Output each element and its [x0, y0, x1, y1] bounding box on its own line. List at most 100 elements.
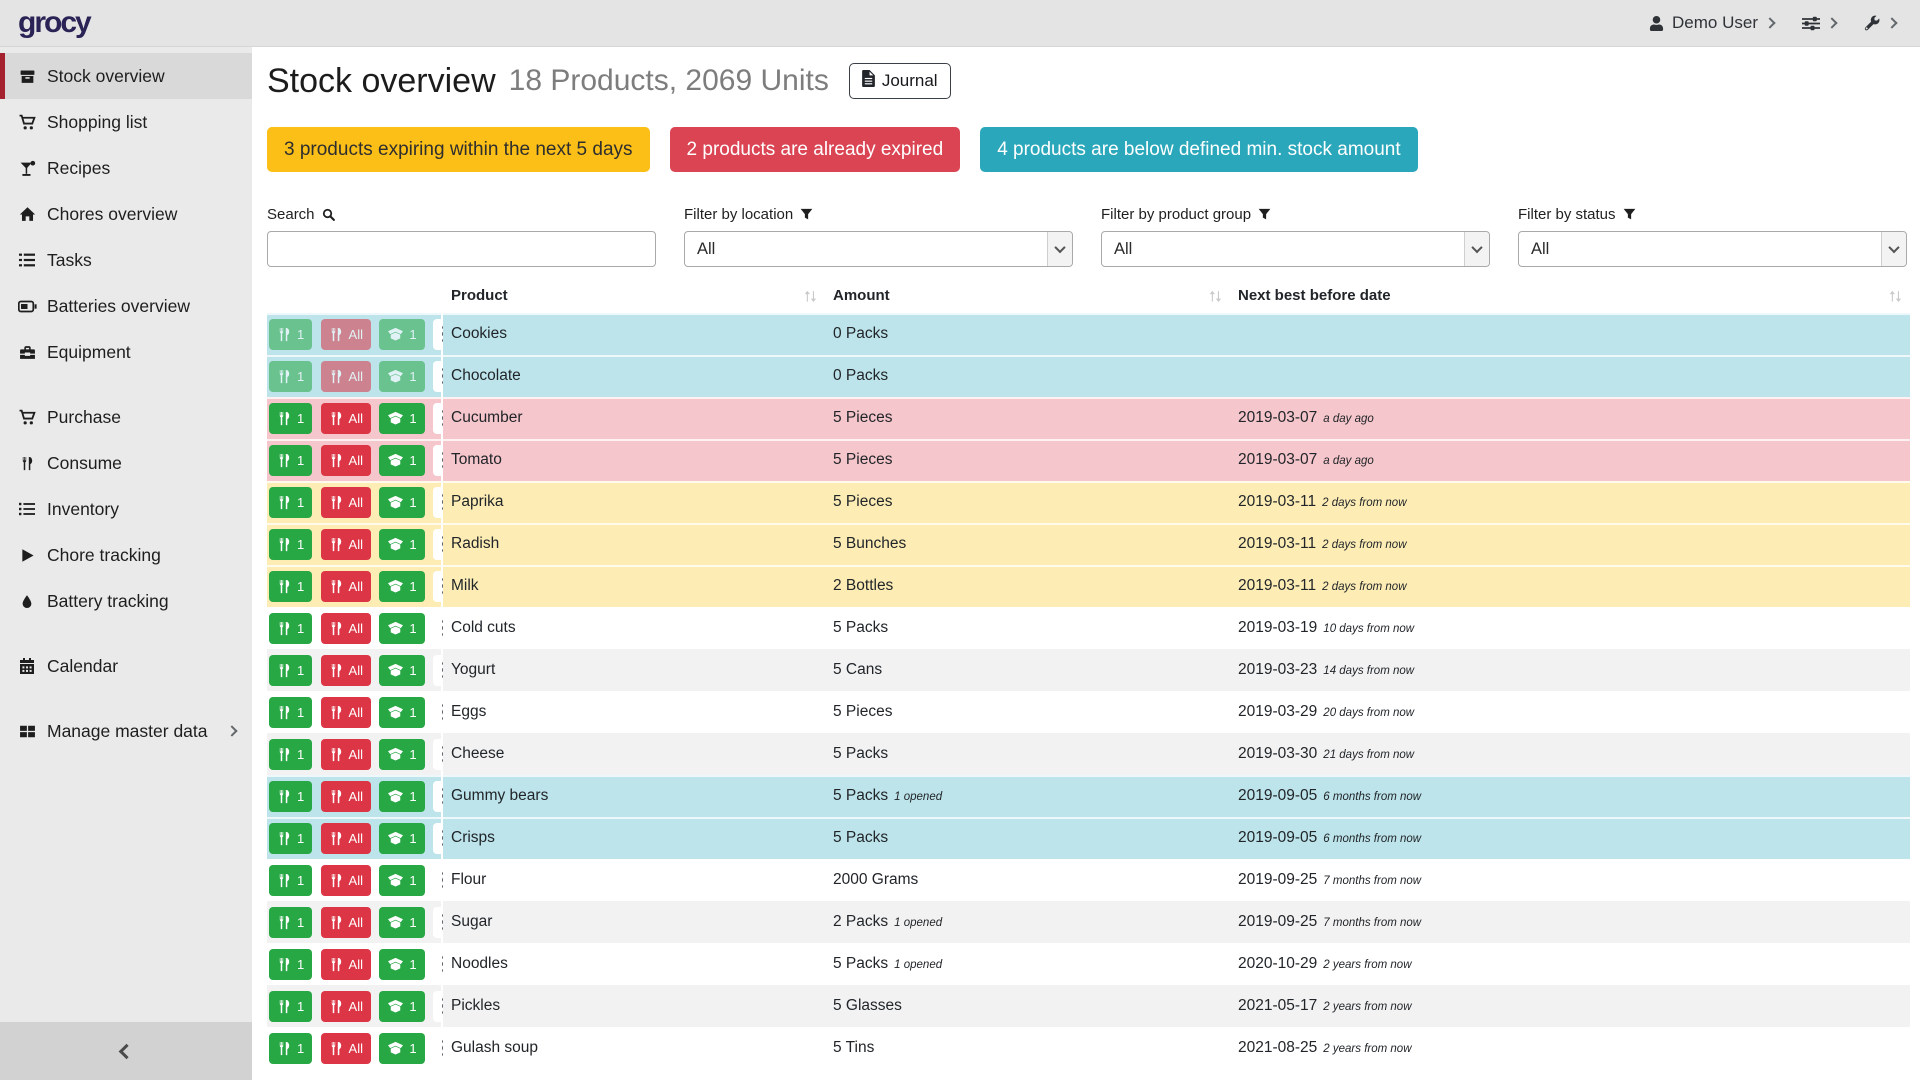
- row-menu-button[interactable]: [433, 823, 443, 854]
- alert-expiring[interactable]: 3 products expiring within the next 5 da…: [267, 127, 650, 172]
- row-menu-button[interactable]: [433, 991, 443, 1022]
- consume-all-button[interactable]: All: [321, 571, 371, 602]
- sidebar-item-shopping-list[interactable]: Shopping list: [0, 99, 252, 145]
- consume-all-button[interactable]: All: [321, 613, 371, 644]
- product-column-header[interactable]: Product: [443, 281, 825, 313]
- row-menu-button[interactable]: [433, 571, 443, 602]
- consume-all-button[interactable]: All: [321, 697, 371, 728]
- consume-one-button[interactable]: 1: [269, 781, 312, 812]
- open-one-button[interactable]: 1: [379, 739, 424, 770]
- open-one-button[interactable]: 1: [379, 655, 424, 686]
- app-logo[interactable]: grocy: [18, 6, 90, 40]
- consume-one-button[interactable]: 1: [269, 949, 312, 980]
- row-menu-button[interactable]: [433, 1033, 443, 1064]
- open-one-button[interactable]: 1: [379, 403, 424, 434]
- sidebar-item-tasks[interactable]: Tasks: [0, 237, 252, 283]
- sidebar-item-manage-master-data[interactable]: Manage master data: [0, 708, 252, 754]
- product-group-filter-select[interactable]: All: [1101, 231, 1490, 267]
- consume-all-button[interactable]: All: [321, 361, 371, 392]
- sidebar-item-inventory[interactable]: Inventory: [0, 486, 252, 532]
- row-menu-button[interactable]: [433, 403, 443, 434]
- consume-one-button[interactable]: 1: [269, 907, 312, 938]
- consume-all-button[interactable]: All: [321, 991, 371, 1022]
- sidebar-item-chores-overview[interactable]: Chores overview: [0, 191, 252, 237]
- consume-one-button[interactable]: 1: [269, 991, 312, 1022]
- open-one-button[interactable]: 1: [379, 487, 424, 518]
- best-before-column-header[interactable]: Next best before date: [1230, 281, 1910, 313]
- consume-all-button[interactable]: All: [321, 907, 371, 938]
- sidebar-item-stock-overview[interactable]: Stock overview: [0, 53, 252, 99]
- open-one-button[interactable]: 1: [379, 319, 424, 350]
- consume-all-button[interactable]: All: [321, 781, 371, 812]
- settings-menu[interactable]: [1802, 16, 1836, 31]
- consume-one-button[interactable]: 1: [269, 403, 312, 434]
- sidebar-item-consume[interactable]: Consume: [0, 440, 252, 486]
- sidebar-item-battery-tracking[interactable]: Battery tracking: [0, 578, 252, 624]
- consume-one-button[interactable]: 1: [269, 571, 312, 602]
- consume-all-button[interactable]: All: [321, 529, 371, 560]
- location-filter-select[interactable]: All: [684, 231, 1073, 267]
- alert-expired[interactable]: 2 products are already expired: [670, 127, 961, 172]
- open-one-button[interactable]: 1: [379, 529, 424, 560]
- open-one-button[interactable]: 1: [379, 1033, 424, 1064]
- row-menu-button[interactable]: [433, 655, 443, 686]
- journal-button[interactable]: Journal: [849, 63, 951, 99]
- consume-one-button[interactable]: 1: [269, 697, 312, 728]
- consume-all-button[interactable]: All: [321, 319, 371, 350]
- status-filter-select[interactable]: All: [1518, 231, 1907, 267]
- consume-one-button[interactable]: 1: [269, 445, 312, 476]
- consume-one-button[interactable]: 1: [269, 529, 312, 560]
- open-one-button[interactable]: 1: [379, 361, 424, 392]
- admin-menu[interactable]: [1864, 15, 1896, 31]
- sidebar-item-equipment[interactable]: Equipment: [0, 329, 252, 375]
- consume-one-button[interactable]: 1: [269, 319, 312, 350]
- consume-all-button[interactable]: All: [321, 445, 371, 476]
- row-menu-button[interactable]: [433, 613, 443, 644]
- consume-all-button[interactable]: All: [321, 739, 371, 770]
- sidebar-item-chore-tracking[interactable]: Chore tracking: [0, 532, 252, 578]
- alert-below-min-stock[interactable]: 4 products are below defined min. stock …: [980, 127, 1417, 172]
- sidebar-item-recipes[interactable]: Recipes: [0, 145, 252, 191]
- row-menu-button[interactable]: [433, 319, 443, 350]
- consume-all-button[interactable]: All: [321, 655, 371, 686]
- row-menu-button[interactable]: [433, 697, 443, 728]
- search-input[interactable]: [267, 231, 656, 267]
- open-one-button[interactable]: 1: [379, 445, 424, 476]
- consume-one-button[interactable]: 1: [269, 361, 312, 392]
- sidebar-item-purchase[interactable]: Purchase: [0, 394, 252, 440]
- consume-one-button[interactable]: 1: [269, 487, 312, 518]
- consume-all-button[interactable]: All: [321, 865, 371, 896]
- consume-one-button[interactable]: 1: [269, 655, 312, 686]
- open-one-button[interactable]: 1: [379, 781, 424, 812]
- row-menu-button[interactable]: [433, 529, 443, 560]
- row-menu-button[interactable]: [433, 949, 443, 980]
- open-one-button[interactable]: 1: [379, 823, 424, 854]
- sort-icon[interactable]: [1209, 290, 1222, 302]
- sort-icon[interactable]: [804, 290, 817, 302]
- row-menu-button[interactable]: [433, 907, 443, 938]
- open-one-button[interactable]: 1: [379, 613, 424, 644]
- consume-one-button[interactable]: 1: [269, 613, 312, 644]
- amount-column-header[interactable]: Amount: [825, 281, 1230, 313]
- consume-one-button[interactable]: 1: [269, 865, 312, 896]
- row-menu-button[interactable]: [433, 739, 443, 770]
- consume-all-button[interactable]: All: [321, 403, 371, 434]
- consume-all-button[interactable]: All: [321, 1033, 371, 1064]
- row-menu-button[interactable]: [433, 781, 443, 812]
- row-menu-button[interactable]: [433, 445, 443, 476]
- consume-all-button[interactable]: All: [321, 487, 371, 518]
- consume-one-button[interactable]: 1: [269, 1033, 312, 1064]
- row-menu-button[interactable]: [433, 361, 443, 392]
- row-menu-button[interactable]: [433, 487, 443, 518]
- open-one-button[interactable]: 1: [379, 865, 424, 896]
- sort-icon[interactable]: [1889, 290, 1902, 302]
- sidebar-collapse-button[interactable]: [0, 1022, 252, 1080]
- open-one-button[interactable]: 1: [379, 907, 424, 938]
- consume-one-button[interactable]: 1: [269, 739, 312, 770]
- consume-all-button[interactable]: All: [321, 823, 371, 854]
- sidebar-item-batteries-overview[interactable]: Batteries overview: [0, 283, 252, 329]
- open-one-button[interactable]: 1: [379, 571, 424, 602]
- open-one-button[interactable]: 1: [379, 949, 424, 980]
- open-one-button[interactable]: 1: [379, 991, 424, 1022]
- consume-all-button[interactable]: All: [321, 949, 371, 980]
